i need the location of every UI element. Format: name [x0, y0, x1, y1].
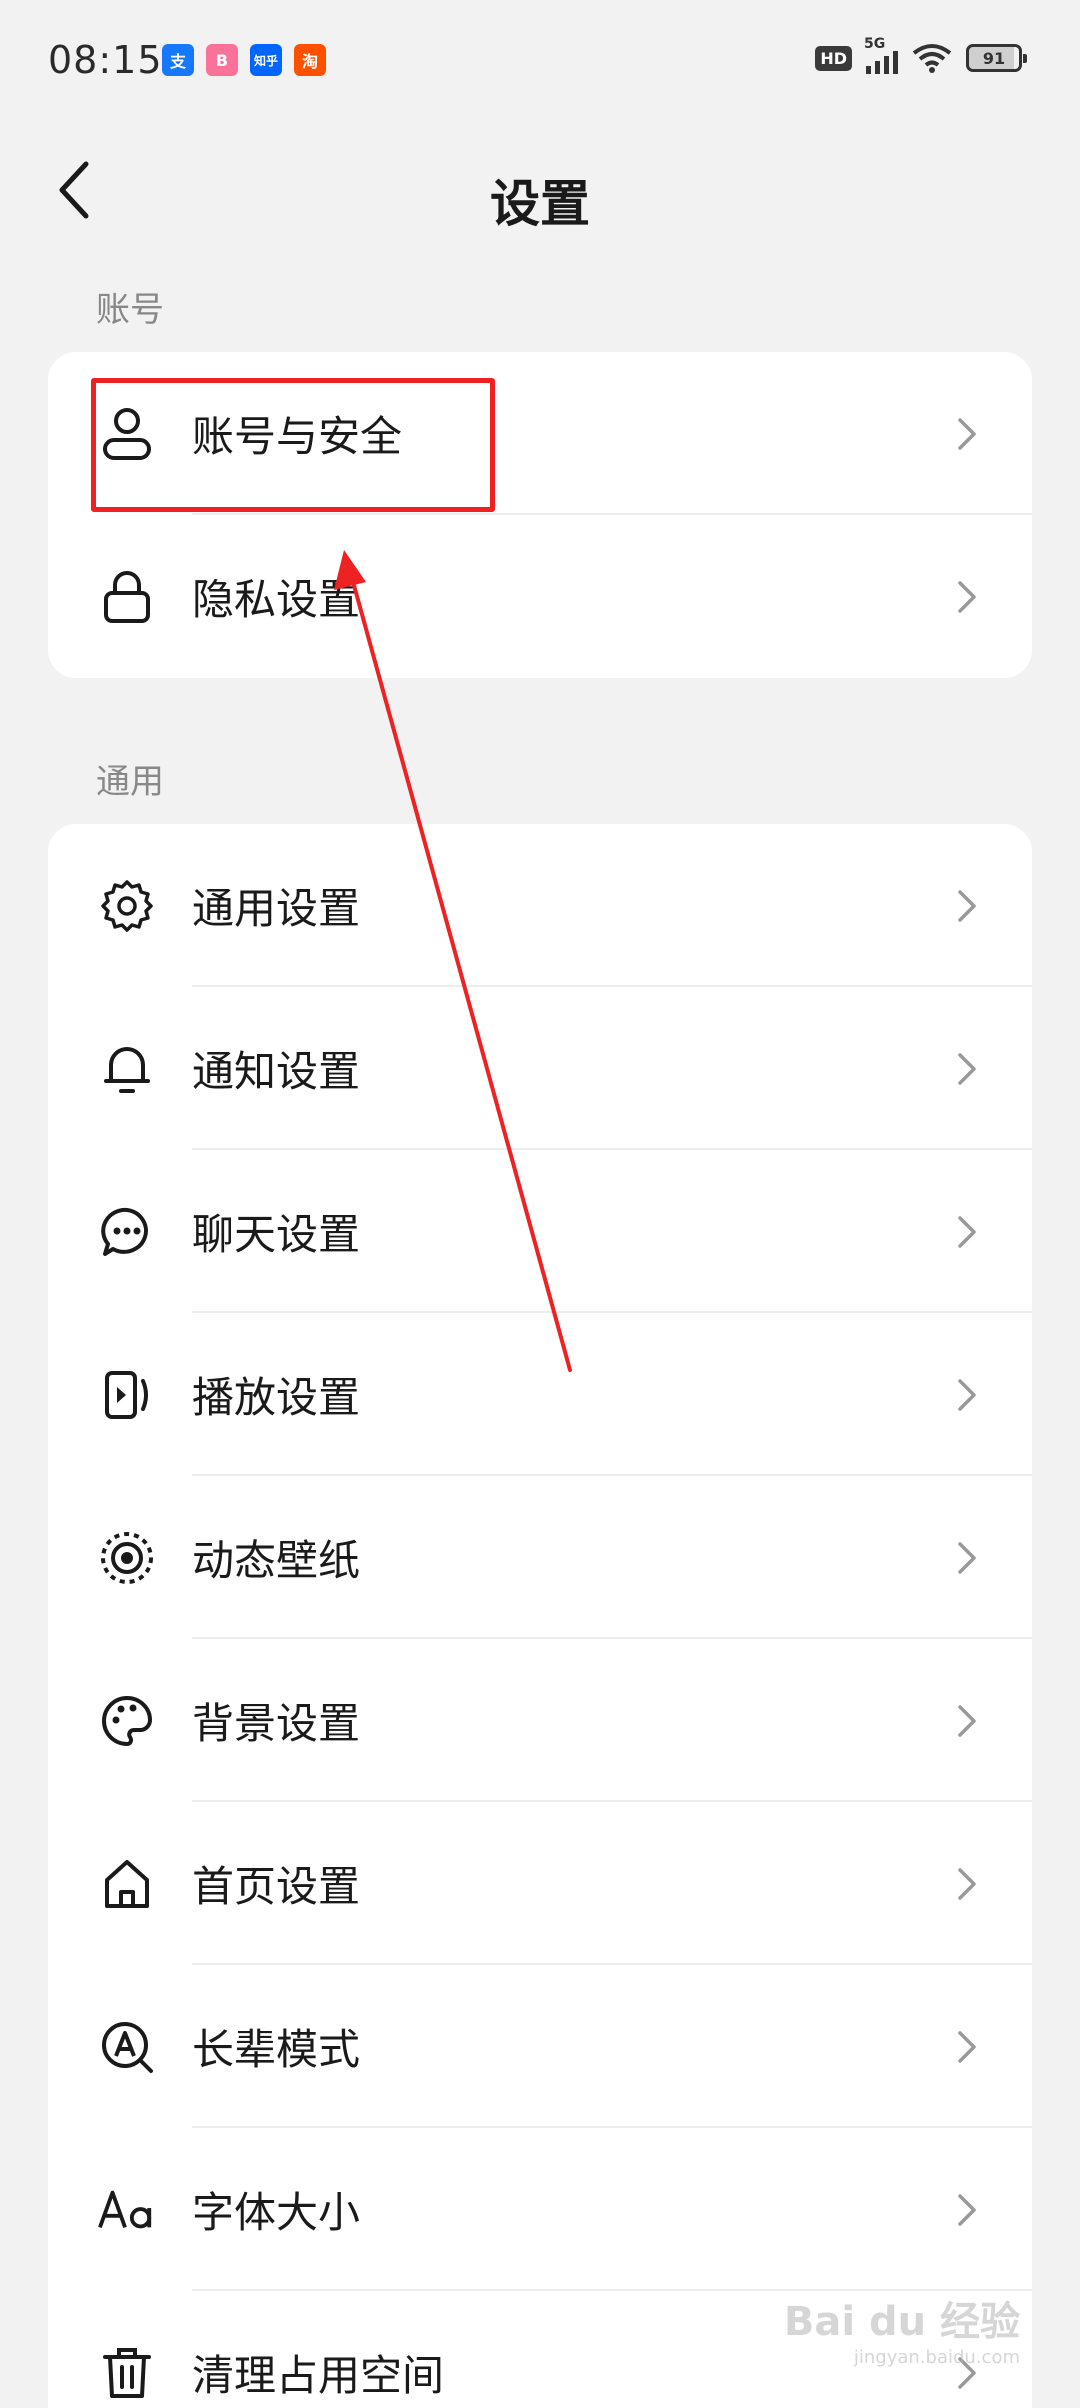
menu-item-home-settings[interactable]: 首页设置 — [48, 1802, 1032, 1965]
taobao-icon: 淘 — [294, 44, 326, 76]
palette-icon — [98, 1692, 156, 1750]
chevron-right-icon — [952, 1701, 982, 1741]
menu-item-label: 字体大小 — [192, 2188, 361, 2237]
menu-item-label: 背景设置 — [192, 1699, 361, 1748]
hd-icon: HD — [815, 45, 852, 71]
bell-icon — [98, 1040, 156, 1098]
menu-item-label: 清理占用空间 — [192, 2351, 445, 2400]
menu-item-general-settings[interactable]: 通用设置 — [48, 824, 1032, 987]
zhihu-icon: 知乎 — [250, 44, 282, 76]
annotation-highlight-box — [91, 378, 495, 512]
battery-icon: 91 — [966, 44, 1027, 72]
menu-item-privacy[interactable]: 隐私设置 — [48, 515, 1032, 678]
wifi-icon — [912, 43, 952, 73]
chevron-right-icon — [952, 886, 982, 926]
bilibili-icon: B — [206, 44, 238, 76]
alipay-icon: 支 — [162, 44, 194, 76]
cellular-signal-icon: 5G — [864, 36, 898, 74]
menu-item-label: 通知设置 — [192, 1047, 361, 1096]
menu-item-live-wallpaper[interactable]: 动态壁纸 — [48, 1476, 1032, 1639]
watermark-text: Bai du 经验 — [783, 2299, 1020, 2345]
chevron-right-icon — [952, 577, 982, 617]
system-icons: HD 5G 91 — [815, 36, 1027, 74]
page-header: 设置 — [0, 140, 1080, 240]
section-label-general: 通用 — [96, 762, 164, 802]
chevron-right-icon — [952, 1212, 982, 1252]
elder-mode-icon — [98, 2018, 156, 2076]
chevron-right-icon — [952, 1864, 982, 1904]
gear-icon — [98, 877, 156, 935]
chevron-right-icon — [952, 2190, 982, 2230]
lock-icon — [98, 568, 156, 626]
menu-item-chat-settings[interactable]: 聊天设置 — [48, 1150, 1032, 1313]
menu-item-label: 播放设置 — [192, 1373, 361, 1422]
live-wallpaper-icon — [98, 1529, 156, 1587]
chevron-right-icon — [952, 1375, 982, 1415]
menu-item-label: 隐私设置 — [192, 575, 361, 624]
menu-item-label: 长辈模式 — [192, 2025, 361, 2074]
menu-item-label: 通用设置 — [192, 884, 361, 933]
play-screen-icon — [98, 1366, 156, 1424]
status-bar: 08:15 支 B 知乎 淘 HD 5G 91 — [0, 0, 1080, 120]
menu-item-elder-mode[interactable]: 长辈模式 — [48, 1965, 1032, 2128]
menu-item-background-settings[interactable]: 背景设置 — [48, 1639, 1032, 1802]
font-size-icon — [98, 2181, 156, 2239]
menu-item-label: 聊天设置 — [192, 1210, 361, 1259]
status-time: 08:15 — [48, 38, 163, 82]
menu-item-font-size[interactable]: 字体大小 — [48, 2128, 1032, 2291]
menu-item-notification-settings[interactable]: 通知设置 — [48, 987, 1032, 1150]
menu-item-label: 动态壁纸 — [192, 1536, 361, 1585]
chevron-right-icon — [952, 1538, 982, 1578]
network-type: 5G — [864, 36, 886, 52]
chevron-right-icon — [952, 414, 982, 454]
watermark-url: jingyan.baidu.com — [853, 2347, 1020, 2368]
trash-icon — [98, 2344, 156, 2402]
general-card: 通用设置 通知设置 聊天设置 播放设置 动态壁纸 背景设置 首页设置 长辈模式 … — [48, 824, 1032, 2408]
chevron-right-icon — [952, 1049, 982, 1089]
notification-icons: 支 B 知乎 淘 — [162, 44, 326, 76]
chat-bubble-icon — [98, 1203, 156, 1261]
menu-item-label: 首页设置 — [192, 1862, 361, 1911]
chevron-right-icon — [952, 2027, 982, 2067]
page-title: 设置 — [490, 175, 590, 233]
menu-item-playback-settings[interactable]: 播放设置 — [48, 1313, 1032, 1476]
section-label-account: 账号 — [96, 290, 164, 330]
baidu-jingyan-watermark: Bai du 经验 jingyan.baidu.com — [784, 2289, 1020, 2368]
home-icon — [98, 1855, 156, 1913]
